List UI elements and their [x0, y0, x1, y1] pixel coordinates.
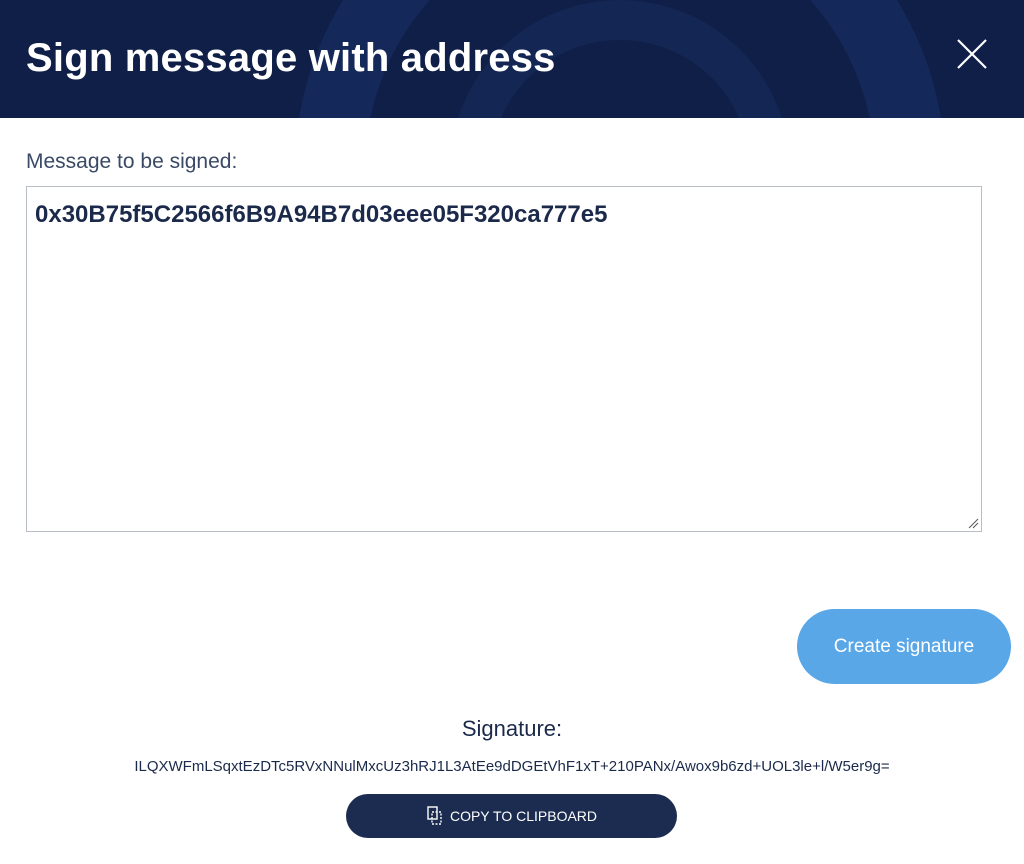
signature-value: ILQXWFmLSqxtEzDTc5RVxNNulMxcUz3hRJ1L3AtE…: [134, 758, 890, 775]
dialog-header: Sign message with address: [0, 0, 1024, 118]
close-button[interactable]: [952, 34, 992, 74]
message-textarea[interactable]: 0x30B75f5C2566f6B9A94B7d03eee05F320ca777…: [26, 186, 982, 532]
message-label: Message to be signed:: [26, 150, 238, 173]
copy-button-label: COPY TO CLIPBOARD: [449, 808, 598, 824]
signature-label: Signature:: [461, 716, 563, 741]
copy-to-clipboard-button[interactable]: COPY TO CLIPBOARD: [346, 794, 677, 838]
close-icon: [957, 39, 987, 69]
clipboard-icon: [427, 806, 442, 825]
message-text[interactable]: 0x30B75f5C2566f6B9A94B7d03eee05F320ca777…: [35, 201, 607, 229]
resize-handle-icon[interactable]: [967, 517, 979, 529]
create-signature-button[interactable]: Create signature: [797, 609, 1011, 684]
dialog-title: Sign message with address: [26, 36, 556, 80]
